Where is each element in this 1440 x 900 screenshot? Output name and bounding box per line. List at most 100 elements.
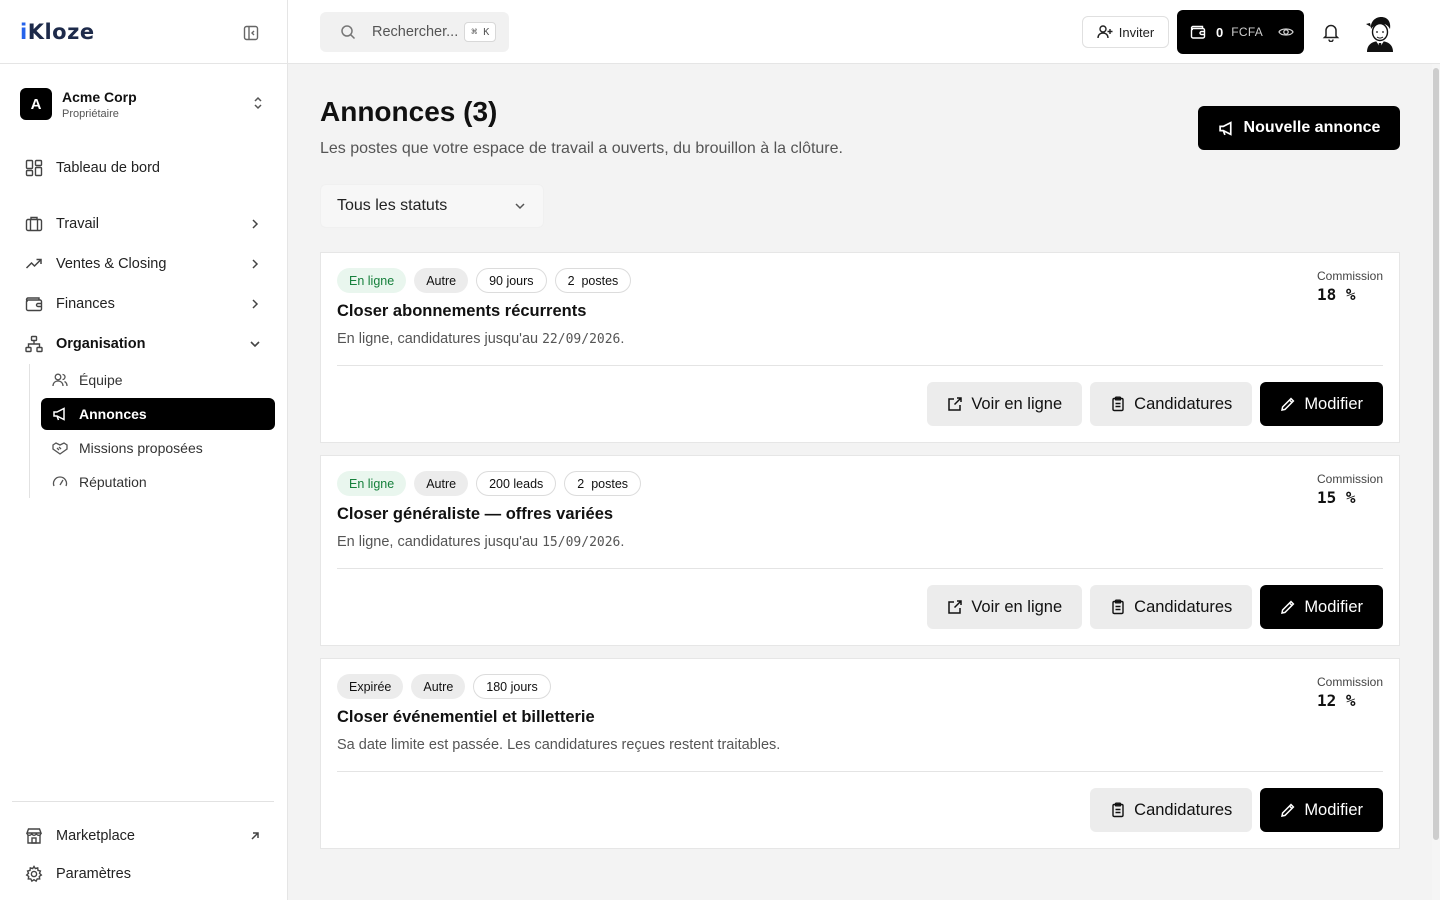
sidebar-collapse-icon[interactable] — [240, 22, 262, 44]
chevron-right-icon — [248, 297, 262, 311]
applications-label: Candidatures — [1134, 394, 1233, 413]
scrollbar-thumb[interactable] — [1433, 68, 1439, 840]
nav-sub-team-label: Équipe — [79, 372, 123, 388]
nav-organisation[interactable]: Organisation — [24, 328, 272, 360]
positions-badge: 2 postes — [554, 268, 632, 293]
listing-title: Closer abonnements récurrents — [337, 302, 587, 320]
listing-description: Sa date limite est passée. Les candidatu… — [337, 737, 781, 753]
workspace-name: Acme Corp — [62, 88, 137, 105]
nav-work[interactable]: Travail — [24, 208, 272, 240]
topbar: Rechercher... ⌘ K Inviter 0 FCFA — [288, 0, 1440, 64]
dashboard-icon — [24, 158, 44, 178]
edit-button[interactable]: Modifier — [1260, 788, 1383, 832]
commission-value: 12 % — [1316, 691, 1356, 710]
nav-sales[interactable]: Ventes & Closing — [24, 248, 272, 280]
nav-sub-missions[interactable]: Missions proposées — [41, 432, 275, 464]
status-badge: En ligne — [337, 268, 407, 293]
pencil-icon — [1280, 599, 1296, 615]
new-listing-label: Nouvelle annonce — [1243, 119, 1381, 136]
new-listing-button[interactable]: Nouvelle annonce — [1198, 106, 1400, 150]
applications-button[interactable]: Candidatures — [1090, 788, 1253, 832]
listing-card: En ligne Autre 90 jours 2 postes Closer … — [320, 252, 1400, 443]
listing-card: Expirée Autre 180 jours Closer événement… — [320, 658, 1400, 849]
card-divider — [337, 568, 1383, 569]
user-plus-icon — [1097, 24, 1113, 40]
listing-title: Closer événementiel et billetterie — [337, 708, 595, 726]
nav-organisation-label: Organisation — [56, 336, 146, 352]
nav-sub-reputation[interactable]: Réputation — [41, 466, 275, 498]
search-input[interactable]: Rechercher... ⌘ K — [320, 12, 509, 52]
wallet-currency: FCFA — [1231, 25, 1264, 39]
listing-deadline: 15/09/2026 — [542, 535, 621, 550]
edit-label: Modifier — [1304, 800, 1363, 819]
commission-label: Commission — [1316, 675, 1383, 689]
view-online-label: Voir en ligne — [971, 597, 1063, 616]
listing-desc-text: En ligne, candidatures jusqu'au — [337, 534, 543, 550]
edit-button[interactable]: Modifier — [1260, 382, 1383, 426]
eye-icon[interactable] — [1278, 24, 1294, 40]
bell-icon[interactable] — [1322, 22, 1342, 42]
chevron-down-icon — [513, 199, 527, 213]
commission-label: Commission — [1316, 472, 1383, 486]
edit-label: Modifier — [1304, 597, 1363, 616]
pencil-icon — [1280, 802, 1296, 818]
external-link-icon — [947, 396, 963, 412]
page-title: Annonces (3) — [320, 96, 498, 127]
wallet-balance[interactable]: 0 FCFA — [1177, 10, 1304, 54]
wallet-icon — [24, 294, 44, 314]
nav-sub-missions-label: Missions proposées — [79, 440, 203, 456]
listing-description: En ligne, candidatures jusqu'au 22/09/20… — [337, 331, 624, 347]
avatar[interactable] — [1363, 14, 1397, 52]
nav-marketplace[interactable]: Marketplace — [24, 820, 272, 852]
applications-button[interactable]: Candidatures — [1090, 585, 1253, 629]
nav-sub-listings-label: Annonces — [79, 406, 147, 422]
status-filter-value: Tous les statuts — [337, 197, 448, 214]
edit-button[interactable]: Modifier — [1260, 585, 1383, 629]
page-subtitle: Les postes que votre espace de travail a… — [320, 140, 843, 157]
clipboard-icon — [1110, 802, 1126, 818]
chevron-down-icon — [248, 337, 262, 351]
listing-desc-text: En ligne, candidatures jusqu'au — [337, 331, 543, 347]
applications-label: Candidatures — [1134, 800, 1233, 819]
search-placeholder: Rechercher... — [372, 24, 459, 40]
workspace-switcher[interactable]: A Acme Corp Propriétaire — [20, 84, 272, 124]
category-badge: Autre — [414, 471, 469, 496]
gear-icon — [24, 864, 44, 884]
commission: Commission 18 % — [1317, 269, 1383, 304]
nav-dashboard[interactable]: Tableau de bord — [24, 152, 272, 184]
nav-sub-team[interactable]: Équipe — [41, 364, 275, 396]
commission: Commission 12 % — [1317, 675, 1383, 710]
brand-logo[interactable]: iKloze — [20, 20, 95, 44]
applications-button[interactable]: Candidatures — [1090, 382, 1253, 426]
wallet-icon — [1190, 24, 1206, 40]
clipboard-icon — [1110, 396, 1126, 412]
nav-sub-listings[interactable]: Annonces — [41, 398, 275, 430]
nav-dashboard-label: Tableau de bord — [56, 160, 160, 176]
applications-label: Candidatures — [1134, 597, 1233, 616]
megaphone-icon — [1218, 120, 1235, 137]
listing-deadline: 22/09/2026 — [542, 332, 621, 347]
listing-desc-end: . — [620, 534, 625, 550]
briefcase-icon — [24, 214, 44, 234]
workspace-avatar: A — [20, 88, 52, 120]
gauge-icon — [51, 473, 69, 491]
view-online-button[interactable]: Voir en ligne — [927, 585, 1083, 629]
commission-label: Commission — [1316, 269, 1383, 283]
nav-finance[interactable]: Finances — [24, 288, 272, 320]
status-filter-select[interactable]: Tous les statuts — [320, 184, 544, 228]
nav-finance-label: Finances — [56, 296, 115, 312]
submenu-line — [29, 364, 30, 498]
duration-badge: 200 leads — [476, 471, 557, 496]
commission-value: 15 % — [1316, 488, 1356, 507]
brand-name: Kloze — [27, 20, 95, 44]
search-shortcut: ⌘ K — [464, 22, 497, 42]
view-online-button[interactable]: Voir en ligne — [927, 382, 1083, 426]
brand-prefix: i — [20, 20, 28, 44]
listing-desc-end: . — [620, 331, 625, 347]
external-link-icon — [947, 599, 963, 615]
nav-settings[interactable]: Paramètres — [24, 858, 272, 890]
invite-button[interactable]: Inviter — [1082, 16, 1169, 48]
commission-value: 18 % — [1316, 285, 1356, 304]
chevron-up-down-icon — [250, 95, 266, 111]
positions-badge: 2 postes — [564, 471, 642, 496]
